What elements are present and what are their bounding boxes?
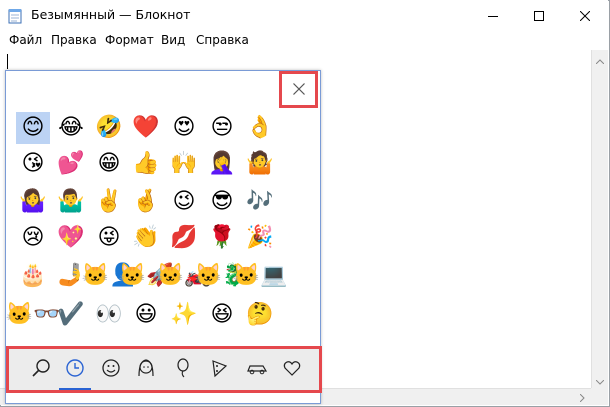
emoji-cell[interactable]: ✨ (167, 299, 201, 331)
maximize-icon (534, 6, 544, 25)
emoji-cell[interactable]: 😃 (129, 299, 163, 331)
emoji-grid: 😊 😂 🤣 ❤️ 😍 😒 👌 😘 💕 😁 👍 🙌 🤦‍♀️ 🤷 🤷‍♀️ 🤷‍♂️ ✌️ 🤞 😉 😎 🎶 😢 💖 😜 👏 💋 🌹 🎉 🎂… (6, 110, 310, 344)
emoji-cell[interactable]: 🐱‍👓 (6, 299, 61, 331)
menu-format[interactable]: Формат (105, 33, 154, 47)
emoji-cell[interactable]: 😒 (205, 112, 239, 144)
emoji-cell[interactable]: 💖 (54, 222, 88, 254)
emoji-cell[interactable]: 🐱‍💻 (233, 260, 288, 292)
category-smileys[interactable] (96, 355, 126, 385)
menu-help[interactable]: Справка (196, 33, 249, 47)
heart-icon (282, 358, 302, 382)
emoji-cell[interactable]: 😂 (54, 112, 88, 144)
close-icon (292, 80, 305, 99)
emoji-cell[interactable]: 🎶 (243, 186, 277, 218)
emoji-cell[interactable]: 👌 (243, 112, 277, 144)
smiley-icon (101, 358, 121, 382)
emoji-cell[interactable]: 🎉 (243, 222, 277, 254)
window-title: Безымянный — Блокнот (31, 7, 191, 22)
category-food[interactable] (204, 355, 234, 385)
chevron-up-icon (595, 49, 605, 68)
car-icon (246, 358, 268, 382)
emoji-cell[interactable]: 🤷‍♂️ (54, 186, 88, 218)
emoji-cell[interactable]: ❤️ (129, 112, 163, 144)
clock-icon (65, 358, 85, 382)
category-travel[interactable] (242, 355, 272, 385)
balloon-icon (173, 358, 193, 382)
chevron-right-icon (579, 387, 585, 406)
search-icon (31, 358, 51, 382)
category-symbols[interactable] (277, 355, 307, 385)
text-caret (7, 54, 8, 69)
vertical-scrollbar[interactable] (591, 50, 608, 388)
minimize-button[interactable] (470, 0, 516, 31)
emoji-cell[interactable]: 👏 (129, 222, 163, 254)
minimize-icon (488, 6, 498, 25)
menu-file[interactable]: Файл (9, 33, 42, 47)
category-people[interactable] (131, 355, 161, 385)
emoji-cell[interactable]: 🤷‍♀️ (16, 186, 50, 218)
emoji-cell[interactable]: 😊 (16, 112, 50, 144)
emoji-cell[interactable]: 😍 (167, 112, 201, 144)
emoji-cell[interactable]: 😆 (205, 299, 239, 331)
emoji-cell[interactable]: 👍 (129, 148, 163, 180)
emoji-cell[interactable]: ✔️ (54, 299, 88, 331)
category-search[interactable] (26, 355, 56, 385)
title-bar[interactable]: Безымянный — Блокнот (0, 0, 608, 31)
size-grip[interactable] (591, 388, 608, 405)
emoji-cell[interactable]: 😎 (205, 186, 239, 218)
menu-bar: Файл Правка Формат Вид Справка (0, 31, 608, 50)
emoji-cell[interactable]: 🎂 (16, 260, 50, 292)
menu-view[interactable]: Вид (161, 33, 185, 47)
close-window-button[interactable] (562, 0, 608, 31)
notepad-app-icon (8, 8, 22, 24)
emoji-cell[interactable]: 🤣 (92, 112, 126, 144)
close-window-icon (579, 6, 591, 25)
emoji-cell[interactable]: 😜 (92, 222, 126, 254)
emoji-cell[interactable]: 👀 (92, 299, 126, 331)
maximize-button[interactable] (516, 0, 562, 31)
emoji-cell[interactable]: 🙌 (167, 148, 201, 180)
emoji-panel-close-button[interactable] (285, 77, 312, 102)
emoji-cell[interactable]: 😉 (167, 186, 201, 218)
menu-edit[interactable]: Правка (51, 33, 97, 47)
scroll-up-button[interactable] (592, 50, 608, 67)
emoji-cell[interactable]: 🤷 (243, 148, 277, 180)
pizza-icon (209, 358, 229, 382)
emoji-cell[interactable]: 🤦‍♀️ (205, 148, 239, 180)
emoji-cell[interactable]: 🤞 (129, 186, 163, 218)
emoji-cell[interactable]: 💕 (54, 148, 88, 180)
emoji-cell[interactable]: 🤔 (243, 299, 277, 331)
emoji-cell[interactable]: 💋 (167, 222, 201, 254)
emoji-cell[interactable]: ✌️ (92, 186, 126, 218)
emoji-cell[interactable]: 😘 (16, 148, 50, 180)
chevron-down-icon (595, 370, 605, 389)
emoji-cell[interactable]: 🌹 (205, 222, 239, 254)
category-celebration[interactable] (168, 355, 198, 385)
emoji-cell[interactable]: 😁 (92, 148, 126, 180)
person-icon (136, 358, 156, 382)
active-category-indicator (59, 388, 91, 390)
scroll-down-button[interactable] (592, 371, 608, 388)
category-recent[interactable] (60, 355, 90, 385)
emoji-cell[interactable]: 😢 (16, 222, 50, 254)
scroll-right-button[interactable] (574, 388, 591, 405)
